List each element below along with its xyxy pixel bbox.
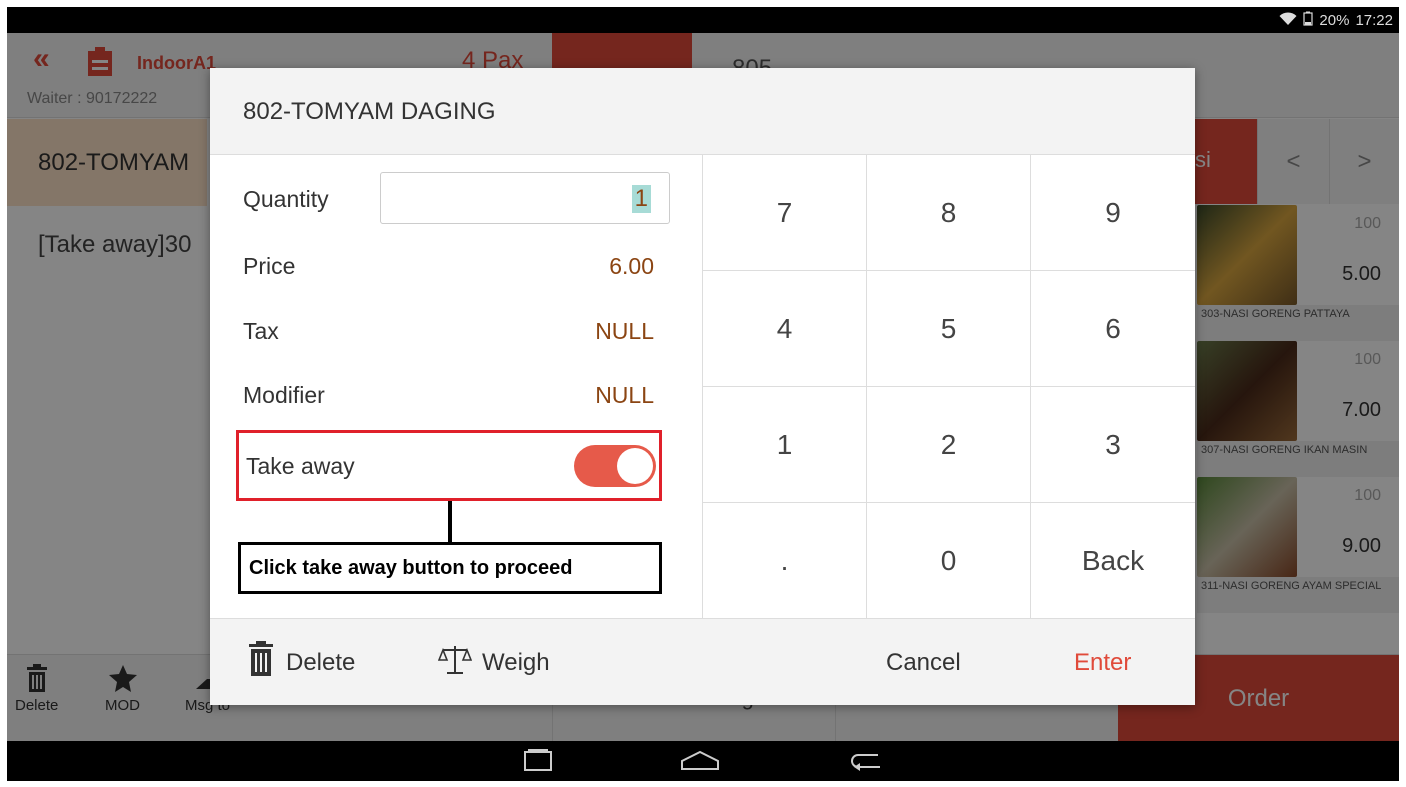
key-8[interactable]: 8 [867,155,1031,271]
weigh-label: Weigh [482,648,550,676]
takeaway-label: Take away [246,453,355,479]
scale-icon [437,642,473,683]
dialog-title: 802-TOMYAM DAGING [243,98,496,125]
tax-label: Tax [243,318,279,344]
instruction-callout: Click take away button to proceed [238,542,662,594]
key-back[interactable]: Back [1031,503,1195,618]
takeaway-row-highlight: Take away [236,430,662,501]
recent-apps-icon[interactable] [522,749,554,778]
key-0[interactable]: 0 [867,503,1031,618]
key-2[interactable]: 2 [867,387,1031,503]
modifier-value[interactable]: NULL [595,382,654,409]
delete-button[interactable]: Delete [246,619,355,706]
price-value: 6.00 [609,253,654,279]
cancel-button[interactable]: Cancel [886,619,961,706]
weigh-button[interactable]: Weigh [437,619,550,706]
home-icon[interactable] [680,749,720,778]
status-bar: 20% 17:22 [7,7,1399,33]
key-decimal[interactable]: . [703,503,867,618]
status-icons: 20% 17:22 [1279,11,1393,30]
item-edit-dialog: 802-TOMYAM DAGING Quantity 1 Price 6.00 … [210,68,1195,705]
callout-connector [448,501,452,543]
dialog-header: 802-TOMYAM DAGING [210,68,1195,155]
key-1[interactable]: 1 [703,387,867,503]
battery-percent: 20% [1319,12,1350,29]
key-7[interactable]: 7 [703,155,867,271]
takeaway-toggle[interactable] [574,445,656,487]
clock: 17:22 [1355,12,1393,29]
tax-value[interactable]: NULL [595,318,654,345]
quantity-label: Quantity [243,186,329,212]
key-6[interactable]: 6 [1031,271,1195,387]
battery-icon [1303,11,1314,30]
dialog-footer: Delete Weigh Cancel Enter [210,618,1195,705]
cancel-label: Cancel [886,648,961,676]
key-9[interactable]: 9 [1031,155,1195,271]
quantity-input[interactable]: 1 [380,172,670,224]
system-nav-bar [7,741,1399,781]
instruction-text: Click take away button to proceed [249,557,573,579]
enter-button[interactable]: Enter [1074,619,1131,706]
delete-label: Delete [286,648,356,676]
wifi-icon [1279,11,1297,30]
quantity-value: 1 [631,185,651,213]
price-label: Price [243,253,296,279]
numeric-keypad: 7 8 9 4 5 6 1 2 3 . 0 Back [702,155,1195,618]
back-nav-icon[interactable] [850,749,886,778]
toggle-knob [617,448,653,484]
key-5[interactable]: 5 [867,271,1031,387]
key-4[interactable]: 4 [703,271,867,387]
enter-label: Enter [1074,648,1132,676]
trash-icon [246,641,276,684]
modifier-label: Modifier [243,382,325,408]
key-3[interactable]: 3 [1031,387,1195,503]
